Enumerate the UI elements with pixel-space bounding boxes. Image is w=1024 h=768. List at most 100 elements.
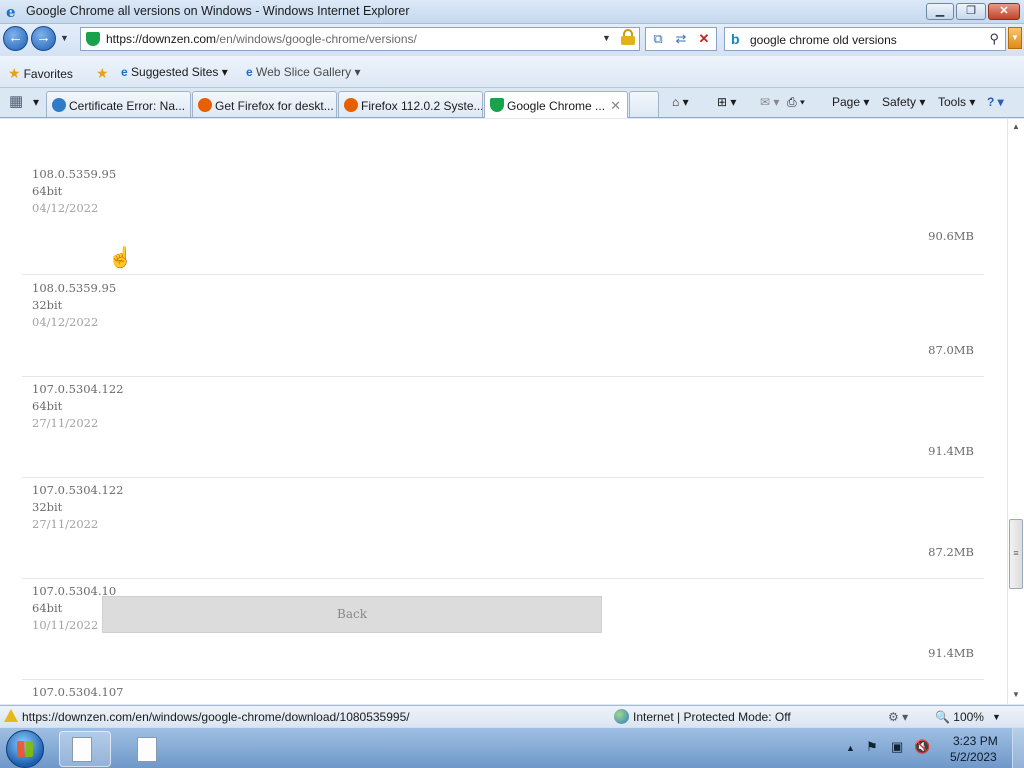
taskbar-item-ie[interactable]: [59, 731, 111, 767]
tools-menu[interactable]: Tools ▾: [938, 95, 975, 109]
address-url[interactable]: https://downzen.com/en/windows/google-ch…: [106, 32, 417, 46]
web-slice-gallery[interactable]: e Web Slice Gallery ▾: [246, 65, 361, 79]
version-size: 91.4MB: [928, 444, 974, 458]
recent-pages-dropdown[interactable]: ▼: [60, 33, 69, 43]
navigation-bar: ← → ▼ https://downzen.com/en/windows/goo…: [0, 24, 1024, 56]
version-row[interactable]: 108.0.5359.95 32bit 04/12/2022 87.0MB: [22, 276, 984, 377]
network-icon[interactable]: ▣: [891, 739, 903, 755]
tab-label: Certificate Error: Na...: [69, 99, 186, 113]
version-arch: 32bit: [32, 298, 63, 312]
help-menu[interactable]: ? ▾: [987, 95, 1004, 109]
version-date: 10/11/2022: [32, 618, 99, 632]
version-size: 87.0MB: [928, 343, 974, 357]
back-button[interactable]: ←: [3, 26, 28, 51]
version-date: 27/11/2022: [32, 517, 99, 531]
title-bar: e Google Chrome all versions on Windows …: [0, 0, 1024, 24]
ie-page-icon: e: [246, 65, 257, 79]
address-dropdown[interactable]: ▼: [602, 33, 611, 43]
tab-get-firefox[interactable]: Get Firefox for deskt...: [192, 91, 337, 117]
zoom-level[interactable]: 🔍 100%: [935, 710, 984, 724]
version-row[interactable]: 107.0.5304.122 64bit 27/11/2022 91.4MB: [22, 377, 984, 478]
version-row[interactable]: 107.0.5304.122 32bit 27/11/2022 87.2MB: [22, 478, 984, 579]
security-zone[interactable]: Internet | Protected Mode: Off: [633, 710, 791, 724]
close-tab-icon[interactable]: ✕: [610, 98, 621, 114]
site-shield-icon: [490, 98, 504, 112]
version-size: 87.2MB: [928, 545, 974, 559]
volume-muted-icon[interactable]: 🔇: [914, 739, 930, 755]
page-menu[interactable]: Page ▾: [832, 95, 869, 109]
show-desktop-button[interactable]: [1012, 728, 1024, 768]
action-center-flag-icon[interactable]: ⚑: [866, 739, 878, 755]
lock-icon[interactable]: [621, 29, 635, 45]
internet-zone-icon: [614, 709, 629, 724]
windows-logo-icon: [17, 741, 33, 757]
back-page-button[interactable]: Back: [102, 596, 602, 633]
search-box[interactable]: b google chrome old versions ⚲: [724, 27, 1006, 51]
ie-page-icon: [52, 98, 66, 112]
version-number: 108.0.5359.95: [32, 281, 117, 295]
taskbar-item-document[interactable]: [124, 731, 176, 767]
document-icon: [72, 737, 92, 762]
print-button[interactable]: ⎙ ▾: [787, 95, 805, 110]
new-tab-button[interactable]: [629, 91, 659, 117]
hand-cursor-icon: ☝: [108, 245, 133, 269]
url-host: https://downzen.com: [106, 32, 217, 46]
feeds-button[interactable]: ⊞ ▾: [717, 95, 736, 109]
tab-label: Get Firefox for deskt...: [215, 99, 334, 113]
protected-mode-icon[interactable]: ⚙ ▾: [888, 710, 908, 724]
suggested-sites-label: Suggested Sites ▾: [131, 65, 228, 79]
tab-list-dropdown[interactable]: ▾: [33, 95, 39, 109]
tab-label: Google Chrome ...: [507, 99, 606, 113]
suggested-sites[interactable]: e Suggested Sites ▾: [121, 65, 228, 79]
scroll-up-arrow[interactable]: ▲: [1008, 119, 1024, 135]
favorites-star-icon: ★: [8, 65, 21, 81]
zoom-dropdown[interactable]: ▼: [992, 712, 1001, 722]
firefox-icon: [198, 98, 212, 112]
scroll-down-arrow[interactable]: ▼: [1008, 687, 1024, 703]
tab-label: Firefox 112.0.2 Syste...: [361, 99, 483, 113]
favorites-bar: ★ Favorites ★ e Suggested Sites ▾ e Web S…: [0, 56, 1024, 88]
address-bar[interactable]: https://downzen.com/en/windows/google-ch…: [80, 27, 640, 51]
taskbar: ▲ ⚑ ▣ 🔇 3:23 PM 5/2/2023: [0, 727, 1024, 768]
version-date: 04/12/2022: [32, 315, 99, 329]
version-number: 107.0.5304.107: [32, 685, 124, 699]
clock-time[interactable]: 3:23 PM: [953, 734, 998, 748]
safety-menu[interactable]: Safety ▾: [882, 95, 925, 109]
maximize-button[interactable]: ❐: [956, 3, 986, 20]
tab-google-chrome[interactable]: Google Chrome ... ✕: [484, 91, 628, 118]
search-icon[interactable]: ⚲: [989, 31, 999, 47]
favorites-button[interactable]: ★ Favorites: [8, 65, 73, 82]
tab-bar: ▦ ▾ Certificate Error: Na... Get Firefox…: [0, 88, 1024, 118]
version-arch: 64bit: [32, 399, 63, 413]
tab-firefox-112[interactable]: Firefox 112.0.2 Syste...: [338, 91, 483, 117]
refresh-icon[interactable]: ⇄: [671, 30, 691, 48]
status-url: https://downzen.com/en/windows/google-ch…: [22, 710, 410, 724]
show-hidden-icons[interactable]: ▲: [846, 743, 855, 753]
add-favorite-icon[interactable]: ★: [96, 65, 112, 82]
home-button[interactable]: ⌂ ▾: [672, 95, 689, 109]
start-button[interactable]: [6, 730, 44, 768]
stop-icon[interactable]: ✕: [694, 30, 714, 48]
clock-date[interactable]: 5/2/2023: [950, 750, 997, 764]
version-size: 90.6MB: [928, 229, 974, 243]
page-content: 108.0.5359.95 64bit 04/12/2022 90.6MB 10…: [0, 119, 1007, 704]
search-input[interactable]: google chrome old versions: [750, 33, 897, 47]
quick-tabs-icon[interactable]: ▦: [9, 92, 23, 110]
minimize-button[interactable]: ▁: [926, 3, 954, 20]
ie-logo-icon: e: [6, 3, 16, 21]
search-options-dropdown[interactable]: ▼: [1008, 27, 1022, 49]
read-mail-button[interactable]: ✉ ▾: [760, 95, 779, 109]
site-shield-icon: [86, 32, 100, 46]
version-date: 04/12/2022: [32, 201, 99, 215]
vertical-scrollbar[interactable]: ▲ ≡ ▼: [1007, 119, 1024, 704]
compatibility-view-icon[interactable]: ⧉: [648, 30, 668, 48]
version-row[interactable]: 108.0.5359.95 64bit 04/12/2022 90.6MB: [22, 167, 984, 275]
version-arch: 64bit: [32, 184, 63, 198]
tab-certificate-error[interactable]: Certificate Error: Na...: [46, 91, 191, 117]
ie-page-icon: e: [121, 65, 132, 79]
close-window-button[interactable]: ✕: [988, 3, 1020, 20]
version-row[interactable]: 107.0.5304.107: [22, 680, 984, 704]
forward-button[interactable]: →: [31, 26, 56, 51]
scroll-thumb[interactable]: ≡: [1009, 519, 1023, 589]
window-title: Google Chrome all versions on Windows - …: [26, 4, 410, 18]
